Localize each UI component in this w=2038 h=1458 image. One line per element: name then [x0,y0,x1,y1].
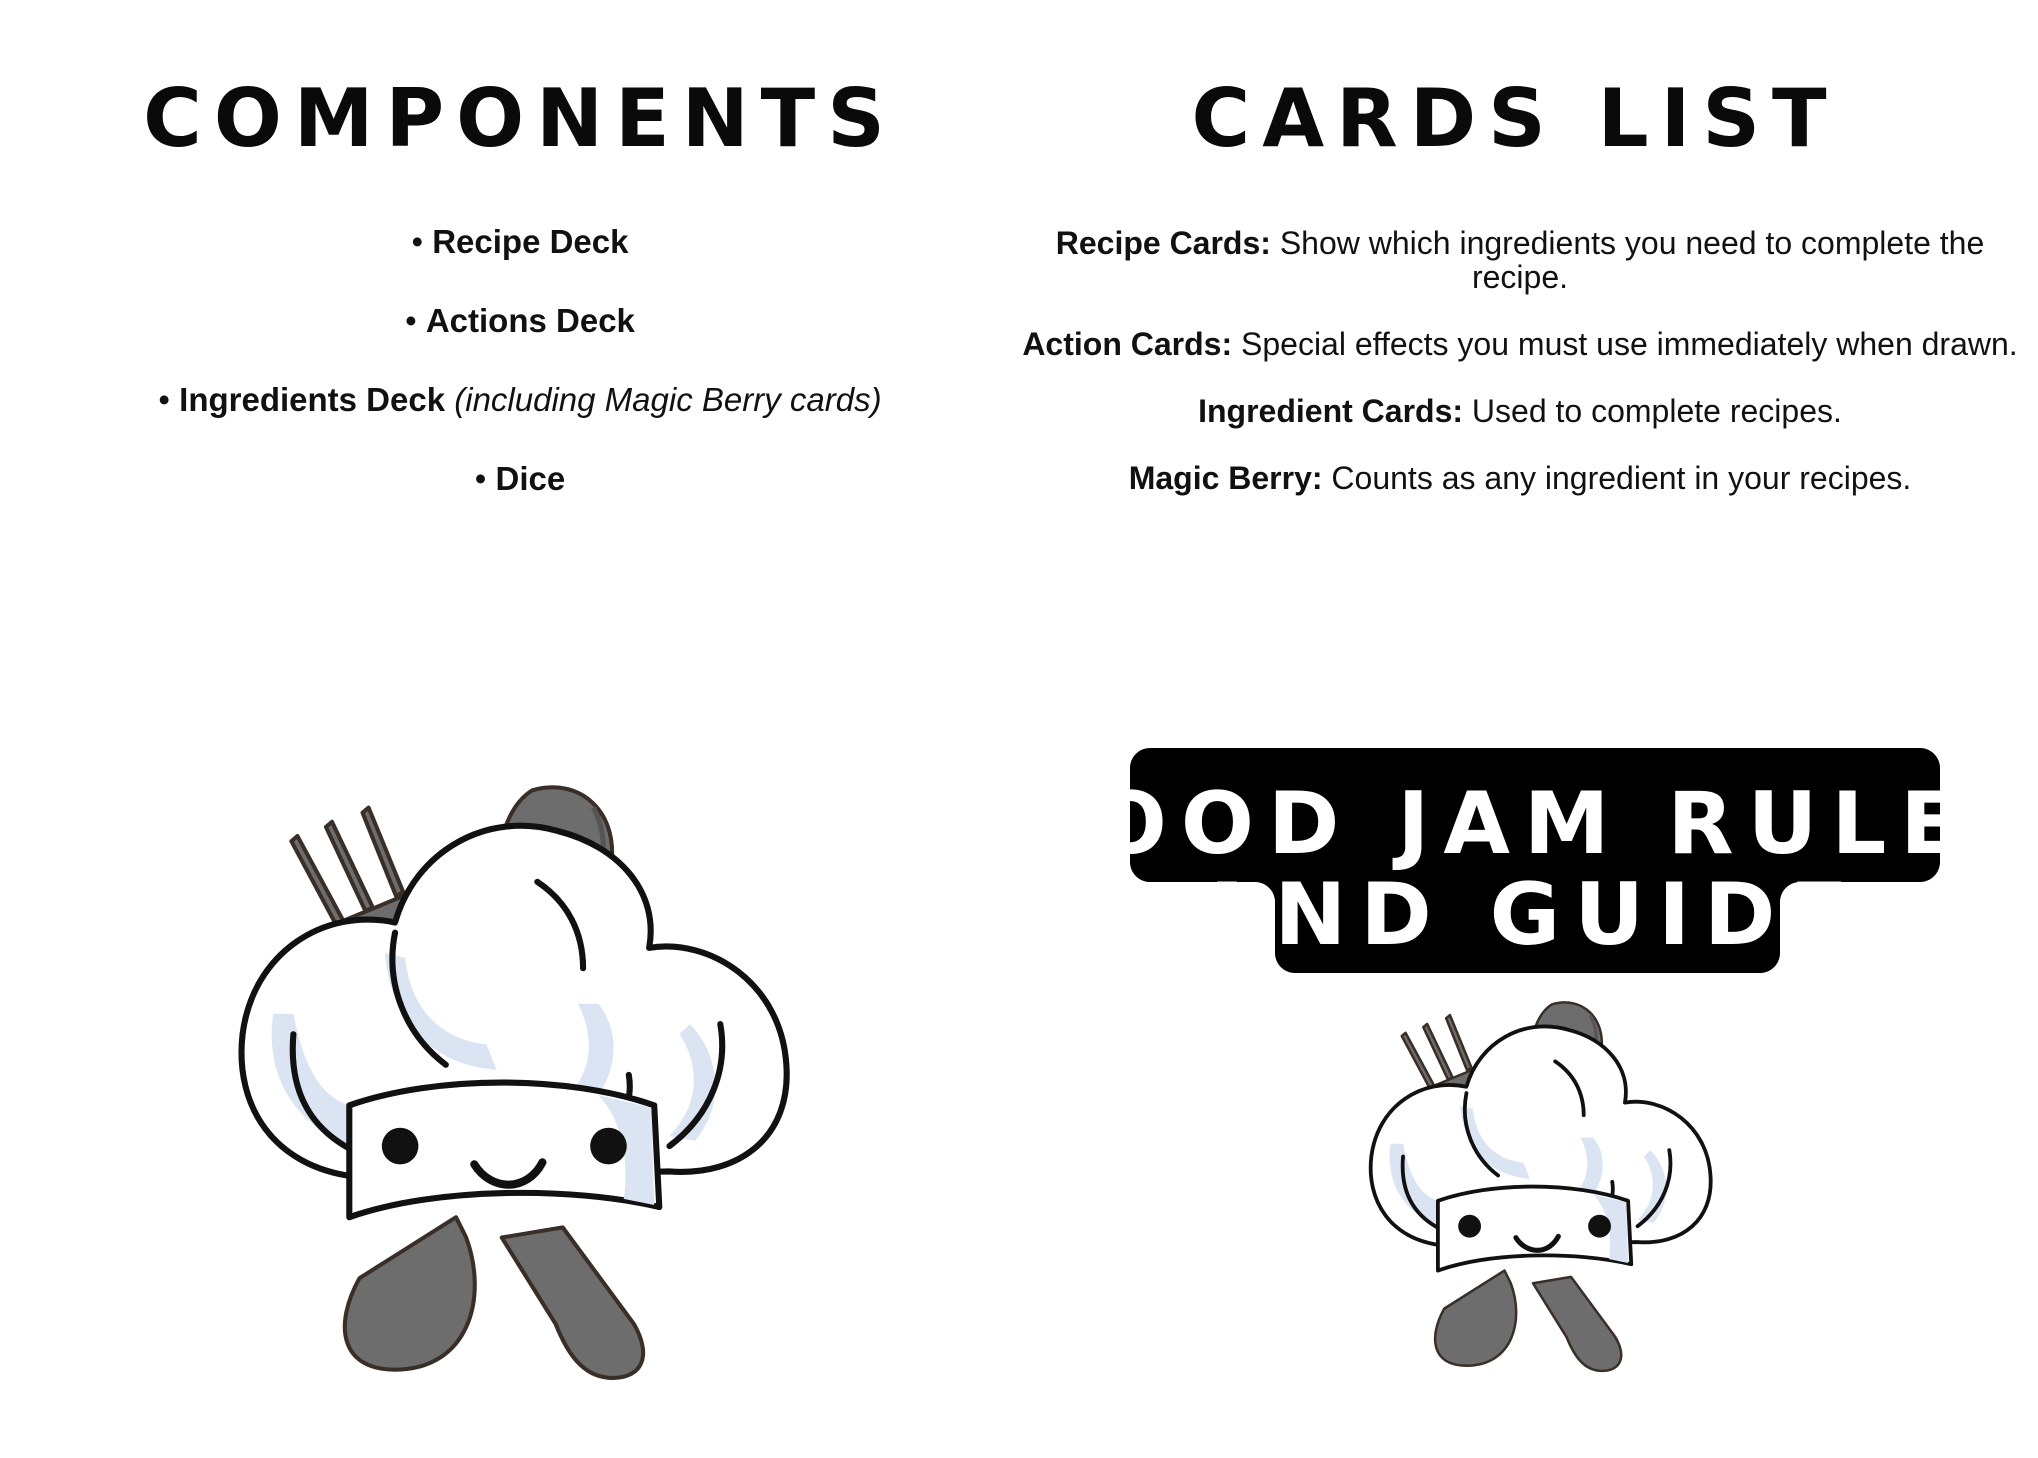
card-entry-recipe: Recipe Cards: Show which ingredients you… [1015,226,2025,294]
card-entry-action: Action Cards: Special effects you must u… [1015,327,2025,361]
card-term: Magic Berry: [1128,460,1323,496]
components-list: • Recipe Deck • Actions Deck • Ingredien… [40,222,1000,538]
card-term: Recipe Cards: [1055,225,1271,261]
cover-title-line-1: FOOD JAM RULES [1130,774,1940,874]
components-heading: COMPONENTS [143,72,897,165]
card-term: Action Cards: [1022,326,1233,362]
cards-list-heading: CARDS LIST [1191,72,1839,165]
component-item-dice: • Dice [474,460,566,497]
cover-title-line-2: AND GUIDE [1194,865,1862,965]
card-entry-ingredient: Ingredient Cards: Used to complete recip… [1015,394,2025,428]
chef-hat-mascot-small-icon [1365,990,1720,1380]
component-item-recipe-deck: • Recipe Deck [411,223,629,260]
chef-hat-mascot-icon [232,770,802,1390]
card-desc: Special effects you must use immediately… [1241,326,2018,362]
card-desc: Used to complete recipes. [1471,393,1842,429]
component-name: Ingredients Deck [179,381,446,418]
component-item-actions-deck: • Actions Deck [405,302,635,339]
card-entry-magic-berry: Magic Berry: Counts as any ingredient in… [1015,461,2025,495]
component-name: Dice [495,460,566,497]
card-term: Ingredient Cards: [1198,393,1464,429]
component-name: Actions Deck [425,302,635,339]
cover-title-badge: FOOD JAM RULES AND GUIDE [1130,748,1940,973]
component-name: Recipe Deck [432,223,629,260]
component-item-ingredients-deck: • Ingredients Deck (including Magic Berr… [158,381,882,418]
card-desc: Show which ingredients you need to compl… [1279,225,1985,295]
cards-list: Recipe Cards: Show which ingredients you… [1015,226,2025,528]
card-desc: Counts as any ingredient in your recipes… [1331,460,1912,496]
component-note: (including Magic Berry cards) [454,381,882,418]
